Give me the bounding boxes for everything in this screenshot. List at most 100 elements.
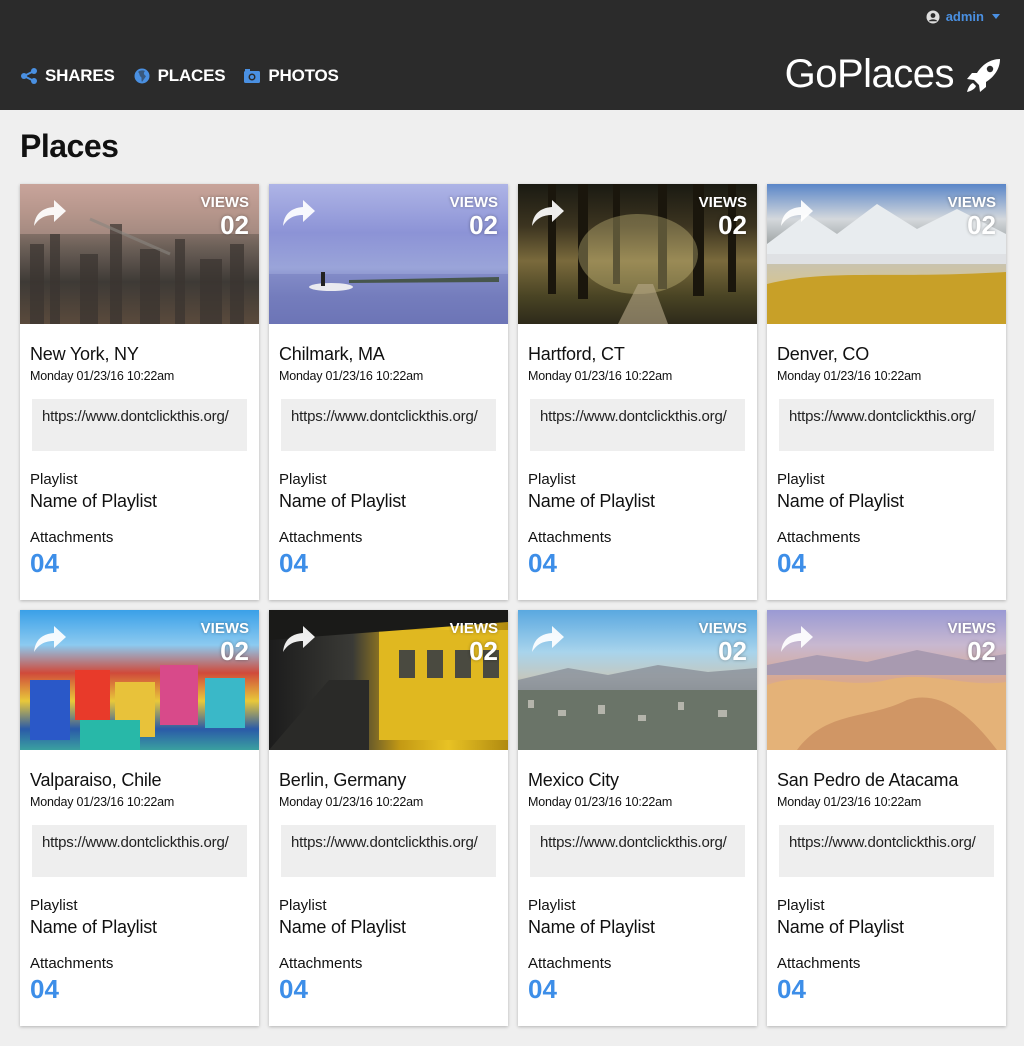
place-url[interactable]: https://www.dontclickthis.org/ bbox=[779, 825, 994, 877]
place-card[interactable]: VIEWS 02 Berlin, Germany Monday 01/23/16… bbox=[269, 610, 508, 1026]
place-card[interactable]: VIEWS 02 San Pedro de Atacama Monday 01/… bbox=[767, 610, 1006, 1026]
share-arrow-icon[interactable] bbox=[32, 198, 68, 228]
views-count: 02 bbox=[967, 636, 996, 666]
user-menu[interactable]: admin bbox=[926, 9, 1000, 24]
place-url[interactable]: https://www.dontclickthis.org/ bbox=[779, 399, 994, 451]
place-image[interactable]: VIEWS 02 bbox=[20, 610, 259, 750]
place-name[interactable]: Valparaiso, Chile bbox=[30, 770, 249, 791]
place-name[interactable]: New York, NY bbox=[30, 344, 249, 365]
playlist-name[interactable]: Name of Playlist bbox=[279, 917, 498, 938]
nav-photos-label: PHOTOS bbox=[268, 66, 339, 85]
attachments-count[interactable]: 04 bbox=[777, 548, 996, 579]
main-nav: SHARES PLACES PHOTOS bbox=[20, 66, 339, 86]
attachments-count[interactable]: 04 bbox=[30, 548, 249, 579]
views-counter: VIEWS 02 bbox=[450, 620, 498, 665]
views-count: 02 bbox=[469, 210, 498, 240]
attachments-count[interactable]: 04 bbox=[279, 548, 498, 579]
share-arrow-icon[interactable] bbox=[281, 624, 317, 654]
attachments-label: Attachments bbox=[777, 529, 861, 546]
nav-places[interactable]: PLACES bbox=[133, 66, 226, 86]
views-label: VIEWS bbox=[200, 620, 249, 637]
playlist-label: Playlist bbox=[30, 897, 78, 914]
place-image[interactable]: VIEWS 02 bbox=[518, 610, 757, 750]
place-image[interactable]: VIEWS 02 bbox=[767, 184, 1006, 324]
place-card[interactable]: VIEWS 02 New York, NY Monday 01/23/16 10… bbox=[20, 184, 259, 600]
share-arrow-icon[interactable] bbox=[779, 624, 815, 654]
user-name[interactable]: admin bbox=[946, 9, 984, 24]
playlist-name[interactable]: Name of Playlist bbox=[279, 491, 498, 512]
nav-shares[interactable]: SHARES bbox=[20, 66, 115, 86]
views-counter: VIEWS 02 bbox=[699, 194, 747, 239]
playlist-name[interactable]: Name of Playlist bbox=[30, 917, 249, 938]
place-url[interactable]: https://www.dontclickthis.org/ bbox=[530, 399, 745, 451]
playlist-name[interactable]: Name of Playlist bbox=[777, 917, 996, 938]
share-arrow-icon[interactable] bbox=[530, 198, 566, 228]
playlist-name[interactable]: Name of Playlist bbox=[528, 491, 747, 512]
place-date: Monday 01/23/16 10:22am bbox=[279, 369, 424, 383]
playlist-label: Playlist bbox=[777, 897, 825, 914]
place-url[interactable]: https://www.dontclickthis.org/ bbox=[32, 825, 247, 877]
place-image[interactable]: VIEWS 02 bbox=[269, 184, 508, 324]
share-arrow-icon[interactable] bbox=[32, 624, 68, 654]
rocket-icon bbox=[967, 58, 1000, 92]
place-url[interactable]: https://www.dontclickthis.org/ bbox=[32, 399, 247, 451]
brand-logo[interactable]: GoPlaces bbox=[785, 52, 1004, 97]
views-count: 02 bbox=[469, 636, 498, 666]
top-bar: admin SHARES PLACES PHOTOS GoPlaces bbox=[0, 0, 1024, 110]
views-counter: VIEWS 02 bbox=[948, 194, 996, 239]
nav-shares-label: SHARES bbox=[45, 66, 115, 85]
place-name[interactable]: Berlin, Germany bbox=[279, 770, 498, 791]
places-grid: VIEWS 02 New York, NY Monday 01/23/16 10… bbox=[20, 184, 1006, 1026]
playlist-label: Playlist bbox=[279, 471, 327, 488]
share-icon bbox=[21, 68, 37, 84]
place-url[interactable]: https://www.dontclickthis.org/ bbox=[281, 399, 496, 451]
playlist-label: Playlist bbox=[279, 897, 327, 914]
playlist-label: Playlist bbox=[777, 471, 825, 488]
attachments-label: Attachments bbox=[30, 529, 114, 546]
attachments-count[interactable]: 04 bbox=[279, 974, 498, 1005]
place-card[interactable]: VIEWS 02 Mexico City Monday 01/23/16 10:… bbox=[518, 610, 757, 1026]
place-name[interactable]: Mexico City bbox=[528, 770, 747, 791]
nav-photos[interactable]: PHOTOS bbox=[243, 66, 339, 86]
views-count: 02 bbox=[718, 210, 747, 240]
attachments-count[interactable]: 04 bbox=[777, 974, 996, 1005]
views-label: VIEWS bbox=[947, 194, 996, 211]
place-url[interactable]: https://www.dontclickthis.org/ bbox=[281, 825, 496, 877]
views-counter: VIEWS 02 bbox=[948, 620, 996, 665]
chevron-down-icon[interactable] bbox=[992, 14, 1000, 19]
playlist-name[interactable]: Name of Playlist bbox=[528, 917, 747, 938]
place-card[interactable]: VIEWS 02 Valparaiso, Chile Monday 01/23/… bbox=[20, 610, 259, 1026]
place-date: Monday 01/23/16 10:22am bbox=[279, 795, 424, 809]
place-date: Monday 01/23/16 10:22am bbox=[30, 795, 175, 809]
playlist-name[interactable]: Name of Playlist bbox=[777, 491, 996, 512]
place-image[interactable]: VIEWS 02 bbox=[518, 184, 757, 324]
views-label: VIEWS bbox=[449, 620, 498, 637]
attachments-label: Attachments bbox=[30, 955, 114, 972]
place-name[interactable]: Chilmark, MA bbox=[279, 344, 498, 365]
place-name[interactable]: San Pedro de Atacama bbox=[777, 770, 996, 791]
views-counter: VIEWS 02 bbox=[699, 620, 747, 665]
place-image[interactable]: VIEWS 02 bbox=[269, 610, 508, 750]
place-card[interactable]: VIEWS 02 Chilmark, MA Monday 01/23/16 10… bbox=[269, 184, 508, 600]
place-card[interactable]: VIEWS 02 Denver, CO Monday 01/23/16 10:2… bbox=[767, 184, 1006, 600]
attachments-count[interactable]: 04 bbox=[528, 548, 747, 579]
place-card[interactable]: VIEWS 02 Hartford, CT Monday 01/23/16 10… bbox=[518, 184, 757, 600]
views-label: VIEWS bbox=[698, 620, 747, 637]
place-name[interactable]: Hartford, CT bbox=[528, 344, 747, 365]
place-date: Monday 01/23/16 10:22am bbox=[528, 795, 673, 809]
place-image[interactable]: VIEWS 02 bbox=[20, 184, 259, 324]
place-url[interactable]: https://www.dontclickthis.org/ bbox=[530, 825, 745, 877]
place-name[interactable]: Denver, CO bbox=[777, 344, 996, 365]
place-image[interactable]: VIEWS 02 bbox=[767, 610, 1006, 750]
share-arrow-icon[interactable] bbox=[281, 198, 317, 228]
share-arrow-icon[interactable] bbox=[530, 624, 566, 654]
user-icon bbox=[926, 10, 940, 23]
playlist-name[interactable]: Name of Playlist bbox=[30, 491, 249, 512]
views-count: 02 bbox=[718, 636, 747, 666]
attachments-count[interactable]: 04 bbox=[30, 974, 249, 1005]
views-label: VIEWS bbox=[947, 620, 996, 637]
globe-icon bbox=[134, 68, 150, 84]
views-counter: VIEWS 02 bbox=[201, 194, 249, 239]
attachments-count[interactable]: 04 bbox=[528, 974, 747, 1005]
share-arrow-icon[interactable] bbox=[779, 198, 815, 228]
